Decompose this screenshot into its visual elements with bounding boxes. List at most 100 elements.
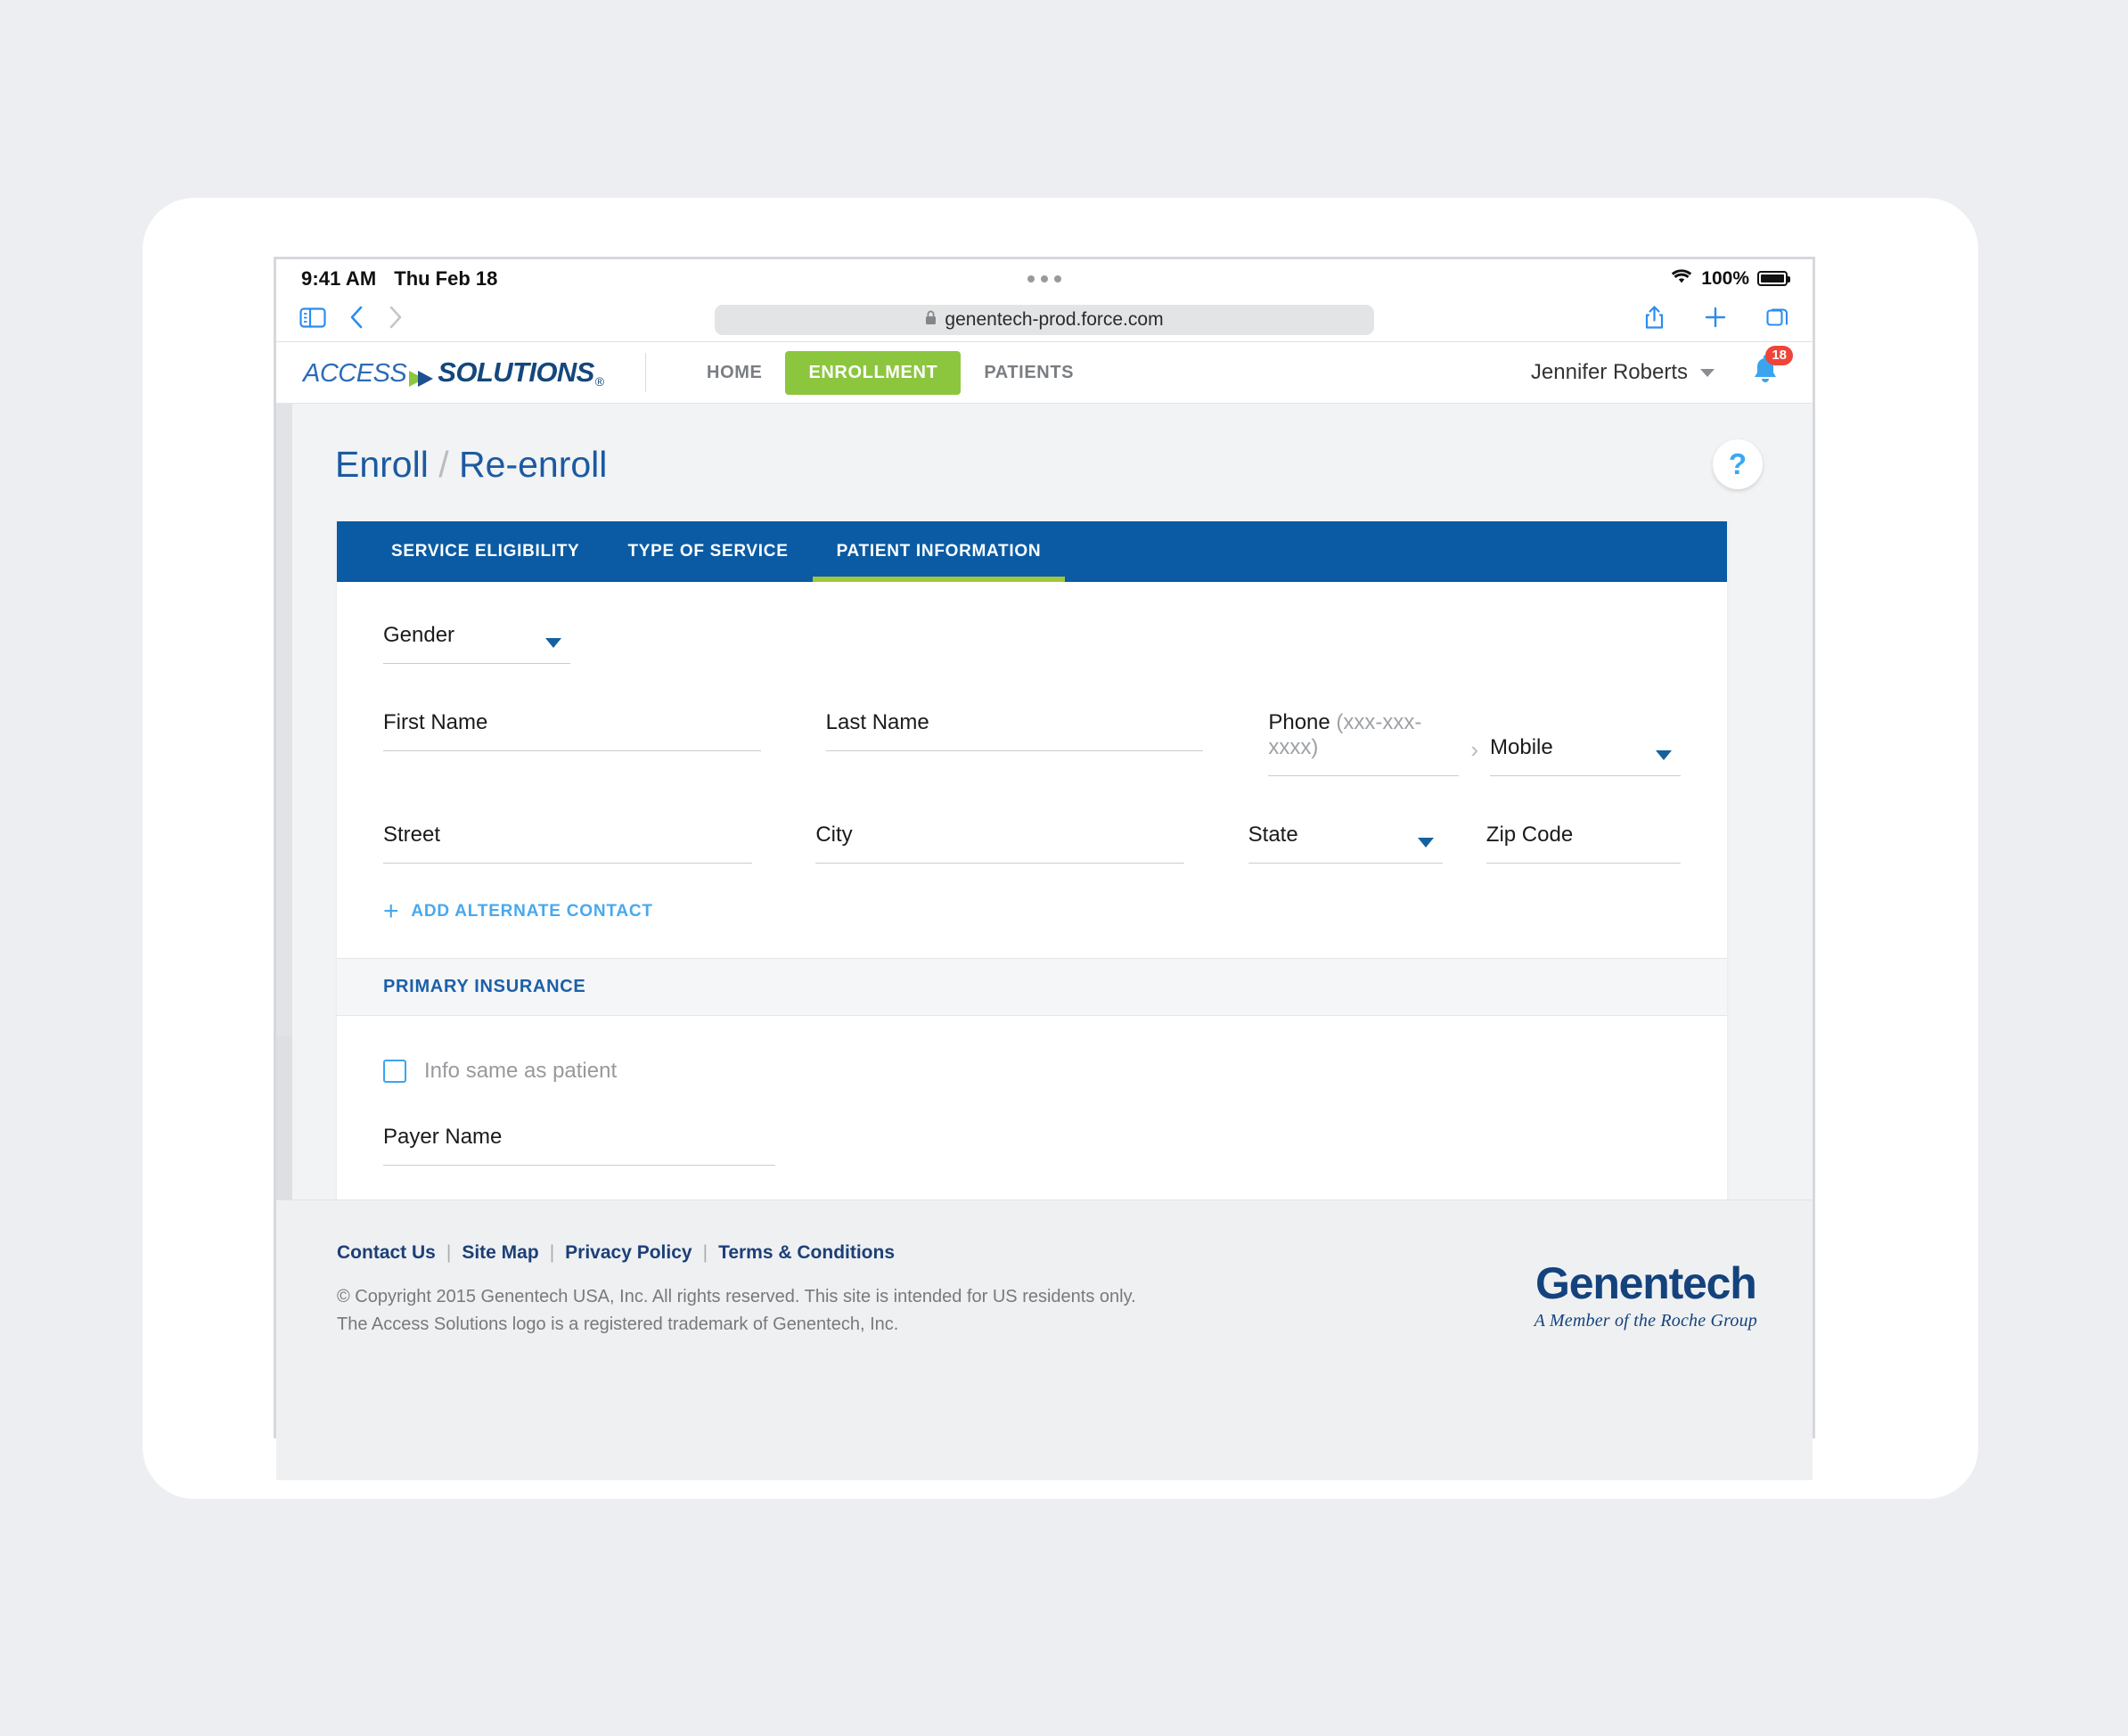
status-time: 9:41 AM [301,266,377,290]
footer-separator: | [446,1242,452,1263]
footer-separator: | [549,1242,555,1263]
phone-underline [1268,774,1460,776]
status-date: Thu Feb 18 [394,266,498,290]
tab-type-of-service[interactable]: TYPE OF SERVICE [603,521,812,582]
nav-item-enrollment[interactable]: ENROLLMENT [785,350,962,395]
back-chevron-icon[interactable] [349,305,364,334]
sidebar-toggle-icon[interactable] [299,307,326,333]
browser-toolbar: genentech-prod.force.com [276,298,1813,342]
city-input[interactable]: City [815,823,1185,864]
page-scrollbar-thumb[interactable] [276,404,292,1036]
row-spacer [752,823,815,864]
row-spacer [761,710,826,776]
payer-name-input[interactable]: Payer Name [383,1125,775,1166]
plus-icon: + [383,897,400,926]
primary-insurance-section-header: PRIMARY INSURANCE [337,958,1727,1016]
chevron-down-icon [545,638,561,648]
nav-item-patients[interactable]: PATIENTS [961,351,1097,395]
info-same-as-patient-label: Info same as patient [424,1059,618,1083]
notifications-button[interactable]: 18 [1750,345,1793,391]
state-underline [1248,862,1443,864]
street-input[interactable]: Street [383,823,752,864]
zip-code-input[interactable]: Zip Code [1486,823,1681,864]
zip-code-label: Zip Code [1486,823,1574,847]
phone-separator-icon: › [1470,736,1479,763]
phone-input[interactable]: Phone (xxx-xxx-xxxx) [1268,710,1460,776]
row-spacer [1203,710,1268,776]
row-spacer [1443,823,1486,864]
last-name-underline [825,749,1204,751]
site-footer: Contact Us | Site Map | Privacy Policy |… [276,1200,1813,1480]
chevron-down-icon [1700,368,1715,377]
page-content: Enroll / Re-enroll ? SERVICE ELIGIBILITY… [292,404,1813,1200]
site-header: ACCESS SOLUTIONS ® HOME ENROLLMENT PATIE… [276,342,1813,404]
url-text: genentech-prod.force.com [945,308,1164,330]
logo-word-access: ACCESS [303,359,407,388]
logo-registered-mark: ® [594,374,605,389]
footer-link-privacy-policy[interactable]: Privacy Policy [565,1242,692,1264]
help-button[interactable]: ? [1713,439,1763,489]
ios-status-bar: 9:41 AM Thu Feb 18 100% [276,259,1813,298]
gender-select[interactable]: Gender [383,623,570,664]
status-right-cluster: 100% [1670,268,1790,290]
logo-chevron-blue-icon [418,371,434,387]
forward-chevron-icon [388,305,403,334]
last-name-input[interactable]: Last Name [825,710,1204,776]
phone-type-select[interactable]: Mobile [1490,735,1682,776]
footer-link-terms-conditions[interactable]: Terms & Conditions [718,1242,895,1264]
share-icon[interactable] [1644,305,1665,335]
gender-label: Gender [383,623,455,647]
phone-label-text: Phone [1268,710,1330,734]
patient-information-form: Gender First Name Last Name Phone (xxx-x… [337,582,1727,958]
row-spacer [1184,823,1248,864]
logo-word-solutions: SOLUTIONS [438,356,594,388]
phone-group: Phone (xxx-xxx-xxxx) › Mobile [1268,710,1682,776]
page-title: Enroll / Re-enroll [335,444,607,486]
access-solutions-logo[interactable]: ACCESS SOLUTIONS ® [303,356,604,389]
footer-link-contact-us[interactable]: Contact Us [337,1242,436,1264]
header-right-cluster: Jennifer Roberts 18 [1531,345,1793,391]
bell-icon [1750,355,1780,390]
state-label: State [1248,823,1298,847]
add-alternate-contact-button[interactable]: + ADD ALTERNATE CONTACT [383,864,1681,958]
notification-badge: 18 [1765,345,1793,366]
nav-item-home[interactable]: HOME [683,351,785,395]
row-vertical-spacer [383,1166,1681,1200]
row-vertical-spacer [383,776,1681,823]
chevron-down-icon [1417,838,1434,848]
enrollment-card: SERVICE ELIGIBILITY TYPE OF SERVICE PATI… [337,521,1727,1200]
page-scrollbar[interactable] [276,404,292,1200]
tab-service-eligibility[interactable]: SERVICE ELIGIBILITY [367,521,603,582]
form-row-name-phone: First Name Last Name Phone (xxx-xxx-xxxx… [383,710,1682,776]
city-label: City [815,823,853,847]
footer-link-site-map[interactable]: Site Map [462,1242,538,1264]
phone-type-value: Mobile [1490,735,1553,759]
state-select[interactable]: State [1248,823,1443,864]
last-name-label: Last Name [825,710,929,734]
genentech-logo: Genentech A Member of the Roche Group [1535,1257,1757,1331]
phone-label: Phone (xxx-xxx-xxxx) [1268,710,1459,774]
address-bar[interactable]: genentech-prod.force.com [715,304,1374,335]
plus-icon[interactable] [1704,306,1727,333]
add-alternate-contact-label: ADD ALTERNATE CONTACT [411,902,653,921]
more-dots-icon [1027,274,1061,283]
info-same-as-patient-checkbox[interactable] [383,1060,406,1083]
info-same-as-patient-row[interactable]: Info same as patient [383,1059,1681,1084]
tab-patient-information[interactable]: PATIENT INFORMATION [812,521,1066,582]
payer-name-underline [383,1164,775,1166]
phone-type-underline [1490,774,1682,776]
form-row-address: Street City State Zip Code [383,823,1681,864]
page-title-reenroll: Re-enroll [459,443,608,485]
primary-insurance-form: Info same as patient Payer Name Subscr [337,1016,1727,1200]
zip-code-underline [1486,862,1681,864]
page-title-enroll: Enroll [335,443,429,485]
first-name-input[interactable]: First Name [383,710,761,776]
user-menu[interactable]: Jennifer Roberts [1531,360,1715,385]
tabs-icon[interactable] [1766,306,1789,333]
form-row-payer: Payer Name [383,1125,1681,1166]
wifi-icon [1670,268,1693,290]
tablet-device-frame: 9:41 AM Thu Feb 18 100% genentech-prod.f… [274,257,1815,1480]
footer-separator: | [702,1242,708,1263]
main-nav: HOME ENROLLMENT PATIENTS [683,350,1097,395]
wizard-tabs: SERVICE ELIGIBILITY TYPE OF SERVICE PATI… [337,521,1727,582]
